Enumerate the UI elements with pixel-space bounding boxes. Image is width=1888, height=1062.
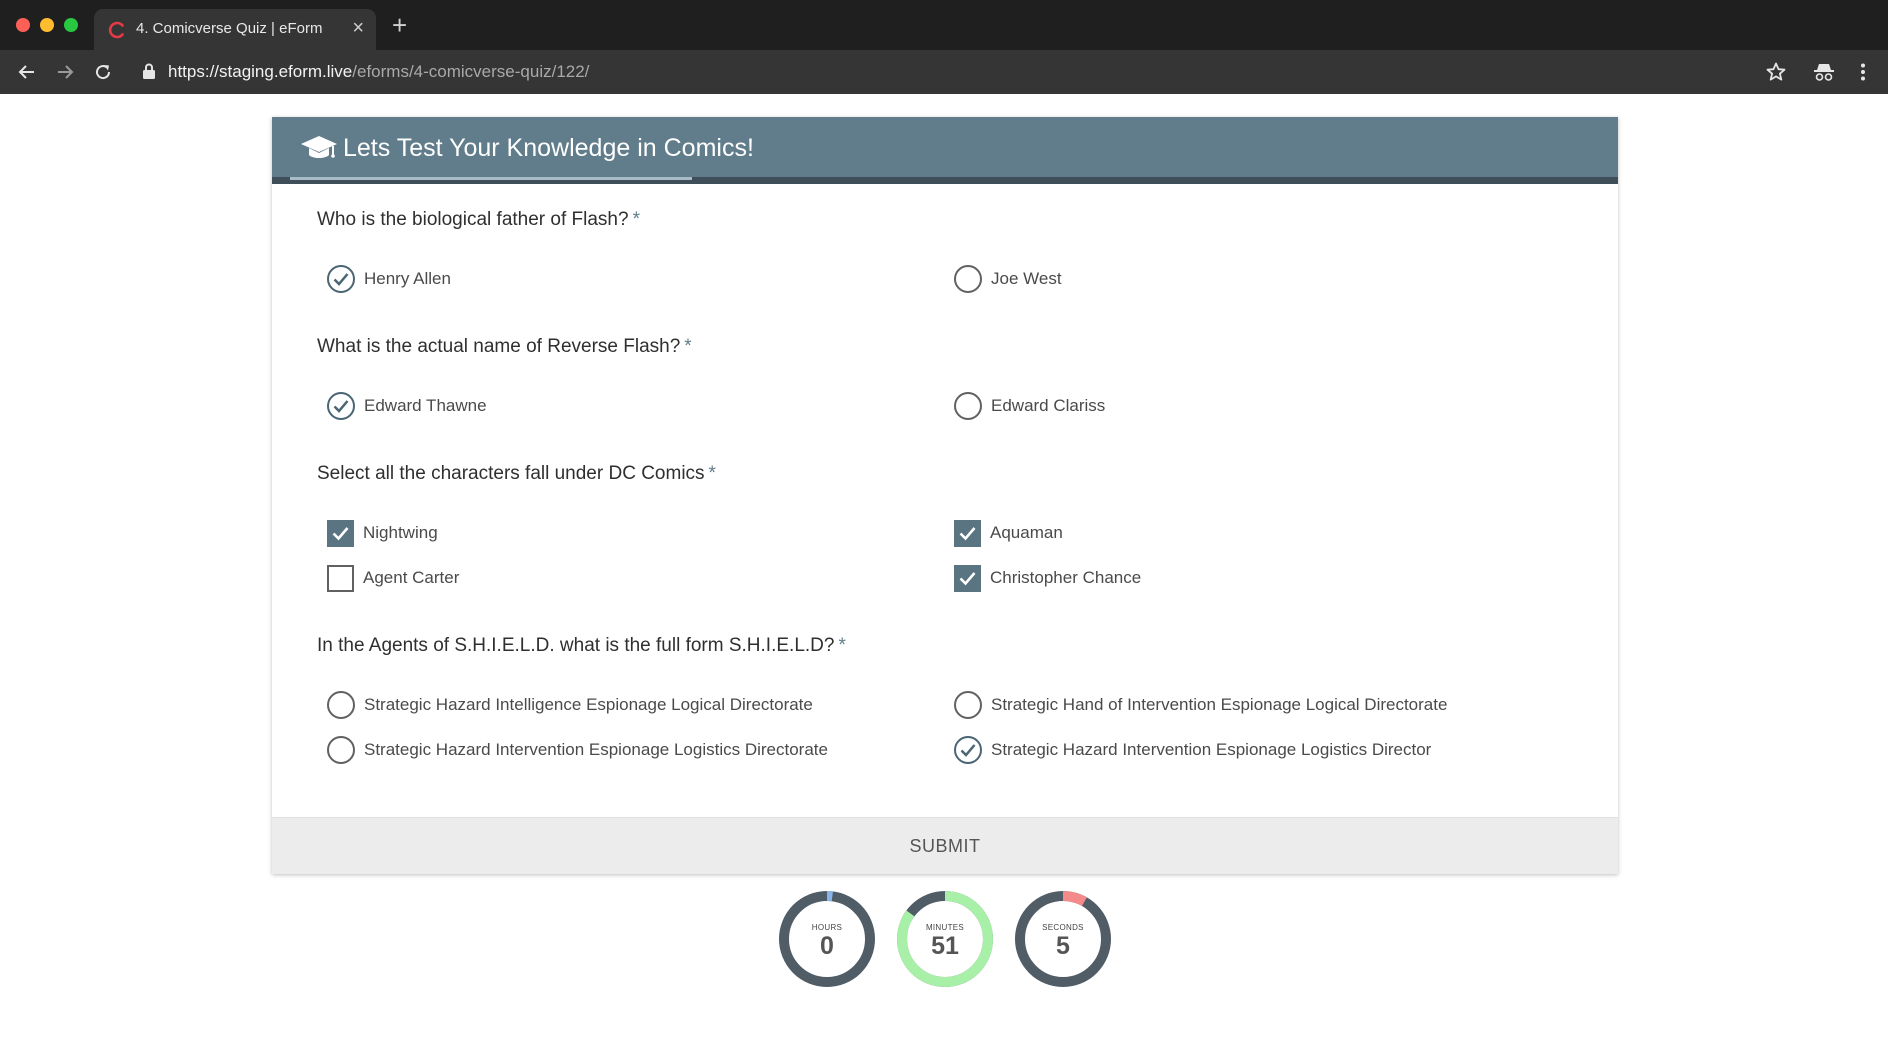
url-path: /eforms/4-comicverse-quiz/122/ [352, 62, 590, 81]
option-label: Strategic Hazard Intelligence Espionage … [364, 695, 813, 714]
browser-tab-bar: 4. Comicverse Quiz | eForm × + [0, 0, 1888, 50]
option-edward-clariss[interactable]: Edward Clariss [954, 391, 1105, 421]
option-label: Edward Thawne [364, 396, 487, 415]
browser-toolbar: https://staging.eform.live/eforms/4-comi… [0, 50, 1888, 94]
option-shield-4[interactable]: Strategic Hazard Intervention Espionage … [954, 735, 1431, 765]
option-label: Strategic Hazard Intervention Espionage … [364, 740, 828, 759]
option-label: Edward Clariss [991, 396, 1106, 415]
reload-icon [96, 65, 111, 80]
tab-title: 4. Comicverse Quiz | eForm [136, 20, 323, 37]
checkbox-checked-icon[interactable] [327, 519, 354, 547]
back-button[interactable] [15, 60, 39, 84]
option-henry-allen[interactable]: Henry Allen [327, 264, 451, 294]
browser-tab[interactable]: 4. Comicverse Quiz | eForm × [94, 9, 376, 50]
address-bar[interactable]: https://staging.eform.live/eforms/4-comi… [168, 62, 589, 82]
option-label: Nightwing [363, 523, 438, 542]
required-marker: * [838, 635, 846, 656]
question-text: What is the actual name of Reverse Flash… [317, 336, 681, 357]
option-edward-thawne[interactable]: Edward Thawne [327, 391, 487, 421]
form-title: Lets Test Your Knowledge in Comics! [343, 134, 754, 162]
option-christopher-chance[interactable]: Christopher Chance [954, 563, 1141, 593]
option-shield-2[interactable]: Strategic Hand of Intervention Espionage… [954, 690, 1447, 720]
question-shield-full-form: In the Agents of S.H.I.E.L.D. what is th… [317, 635, 846, 657]
question-text: In the Agents of S.H.I.E.L.D. what is th… [317, 635, 835, 656]
required-marker: * [708, 463, 716, 484]
bookmark-star-icon[interactable] [1765, 61, 1787, 83]
submit-button[interactable]: SUBMIT [272, 817, 1618, 874]
quiz-form-card: Lets Test Your Knowledge in Comics! Who … [272, 117, 1618, 874]
option-label: Agent Carter [363, 568, 460, 587]
timer-minutes: MINUTES 51 [896, 890, 994, 988]
timer-value: 0 [820, 932, 834, 960]
option-aquaman[interactable]: Aquaman [954, 518, 1063, 548]
url-host: https://staging.eform.live [168, 62, 353, 81]
tab-close-icon[interactable]: × [352, 17, 364, 39]
option-joe-west[interactable]: Joe West [954, 264, 1062, 294]
lock-icon [143, 63, 155, 79]
radio-checked-icon[interactable] [327, 265, 355, 293]
more-options-icon[interactable] [1852, 61, 1874, 83]
radio-unchecked-icon[interactable] [954, 392, 982, 420]
timer-unit-label: HOURS [811, 923, 843, 932]
checkbox-unchecked-icon[interactable] [327, 564, 354, 592]
timer-unit-label: MINUTES [925, 923, 965, 932]
question-text: Select all the characters fall under DC … [317, 463, 705, 484]
radio-unchecked-icon[interactable] [327, 691, 355, 719]
required-marker: * [632, 209, 640, 230]
option-label: Joe West [991, 269, 1062, 288]
radio-checked-icon[interactable] [954, 736, 982, 764]
arrow-left-icon [18, 65, 34, 79]
option-label: Strategic Hand of Intervention Espionage… [991, 695, 1448, 714]
option-nightwing[interactable]: Nightwing [327, 518, 438, 548]
radio-unchecked-icon[interactable] [327, 736, 355, 764]
question-dc-characters: Select all the characters fall under DC … [317, 463, 716, 485]
radio-checked-icon[interactable] [327, 392, 355, 420]
option-label: Henry Allen [364, 269, 451, 288]
form-header: Lets Test Your Knowledge in Comics! [272, 117, 1618, 184]
question-flash-father: Who is the biological father of Flash? * [317, 209, 640, 231]
checkbox-checked-icon[interactable] [954, 519, 981, 547]
submit-label: SUBMIT [909, 835, 981, 856]
option-shield-3[interactable]: Strategic Hazard Intervention Espionage … [327, 735, 828, 765]
form-progress-bar [290, 177, 692, 180]
timer-value: 51 [931, 932, 959, 960]
window-maximize-button[interactable] [64, 18, 78, 32]
incognito-extension-icon[interactable] [1812, 61, 1836, 83]
checkbox-checked-icon[interactable] [954, 564, 981, 592]
arrow-right-icon [58, 65, 74, 79]
option-agent-carter[interactable]: Agent Carter [327, 563, 459, 593]
eform-favicon-icon [108, 21, 124, 39]
new-tab-button[interactable]: + [392, 12, 407, 38]
radio-unchecked-icon[interactable] [954, 265, 982, 293]
question-text: Who is the biological father of Flash? [317, 209, 629, 230]
option-shield-1[interactable]: Strategic Hazard Intelligence Espionage … [327, 690, 813, 720]
reload-button[interactable] [91, 60, 115, 84]
timer-value: 5 [1056, 932, 1070, 960]
radio-unchecked-icon[interactable] [954, 691, 982, 719]
required-marker: * [684, 336, 692, 357]
graduation-cap-icon [301, 136, 337, 158]
forward-button[interactable] [53, 60, 77, 84]
window-minimize-button[interactable] [40, 18, 54, 32]
option-label: Aquaman [990, 523, 1063, 542]
timer-unit-label: SECONDS [1042, 923, 1084, 932]
option-label: Strategic Hazard Intervention Espionage … [991, 740, 1432, 759]
option-label: Christopher Chance [990, 568, 1142, 587]
timer-seconds: SECONDS 5 [1014, 890, 1112, 988]
timer-hours: HOURS 0 [778, 890, 876, 988]
question-reverse-flash-name: What is the actual name of Reverse Flash… [317, 336, 692, 358]
window-close-button[interactable] [16, 18, 30, 32]
